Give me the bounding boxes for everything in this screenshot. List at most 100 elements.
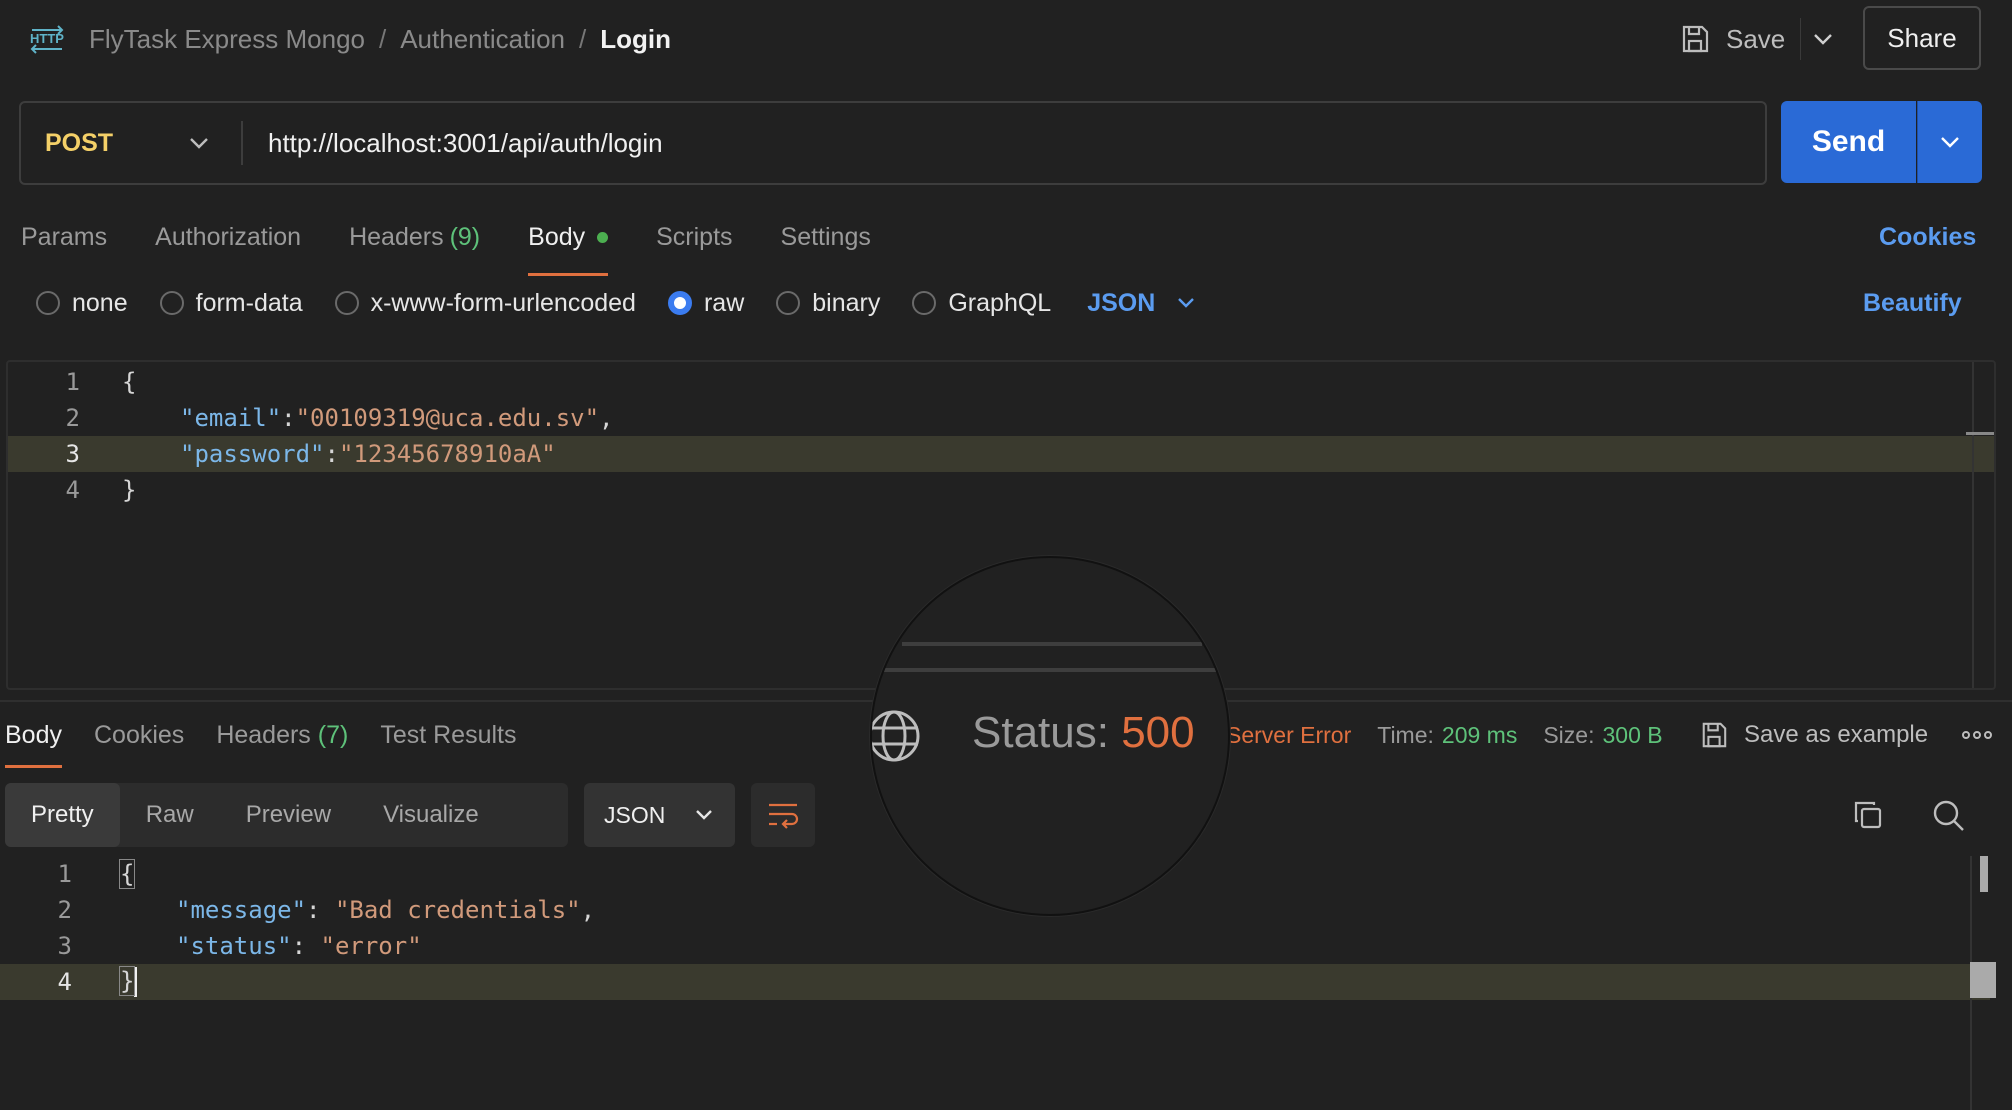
url-divider [241,121,243,165]
response-tab-headers[interactable]: Headers (7) [216,712,348,758]
radio-button[interactable] [912,291,937,315]
json-value: "error" [320,932,422,960]
breadcrumb-folder[interactable]: Authentication [400,24,565,55]
save-as-example-button[interactable]: Save as example [1700,712,1928,758]
code-line: 4 } [8,472,1994,508]
headers-count-badge: (7) [317,720,349,749]
more-options-icon[interactable] [1962,722,1992,748]
tab-authorization[interactable]: Authorization [155,212,301,262]
radio-label: binary [812,288,881,317]
code-line: 1 { [8,364,1994,400]
code-text: "status": "error" [176,932,422,960]
tab-label: Authorization [155,222,302,251]
tab-scripts[interactable]: Scripts [656,212,732,262]
radio-binary[interactable]: binary [776,289,880,318]
code-text: "password":"12345678910aA" [180,440,556,468]
response-tab-body[interactable]: Body [5,712,62,768]
radio-button[interactable] [776,291,801,315]
radio-graphql[interactable]: GraphQL [912,289,1051,318]
radio-button[interactable] [334,291,359,315]
globe-icon [872,710,920,762]
json-colon: : [281,404,296,432]
code-line-active: 3 "password":"12345678910aA" [8,436,1994,472]
http-request-icon: HTTP [30,25,64,54]
json-key: "password" [180,440,325,468]
json-value: "Bad credentials" [334,896,581,924]
code-line: 3 "status": "error" [0,928,1990,964]
radio-label: GraphQL [948,288,1052,317]
radio-urlencoded[interactable]: x-www-form-urlencoded [334,289,636,318]
radio-form-data[interactable]: form-data [159,289,303,318]
response-format-dropdown[interactable]: JSON [584,783,735,847]
size-value[interactable]: 300 B [1602,722,1662,749]
response-tab-test-results[interactable]: Test Results [380,712,516,758]
line-number: 2 [65,404,80,432]
editor-scrollbar[interactable] [1972,362,1974,688]
radio-none[interactable]: none [36,289,128,318]
json-comma: , [580,896,596,924]
magnified-divider [872,668,1228,672]
save-button[interactable]: Save [1680,18,1785,60]
json-colon: : [306,896,335,924]
tab-settings[interactable]: Settings [781,212,871,262]
chevron-down-icon[interactable] [189,129,209,157]
status-code-readout[interactable]: Status: 500 [972,708,1195,758]
view-preview[interactable]: Preview [220,783,357,847]
view-pretty[interactable]: Pretty [5,783,120,847]
save-icon [1702,722,1727,748]
beautify-button[interactable]: Beautify [1863,283,1962,323]
share-button[interactable]: Share [1863,6,1981,70]
url-input[interactable]: http://localhost:3001/api/auth/login [268,103,663,183]
url-bar: POST http://localhost:3001/api/auth/logi… [19,101,1767,185]
raw-language-dropdown[interactable]: JSON [1087,289,1195,318]
view-visualize[interactable]: Visualize [357,783,505,847]
time-value[interactable]: 209 ms [1442,722,1517,749]
tab-headers[interactable]: Headers (9) [349,212,480,262]
radio-button[interactable] [36,291,60,315]
radio-button[interactable] [159,291,184,315]
radio-label: none [72,288,128,317]
json-key: "status" [176,932,292,960]
method-select[interactable]: POST [45,103,113,183]
status-magnifier: Status: 500 [870,556,1230,916]
json-value: "12345678910aA" [338,440,556,468]
tab-label: Scripts [656,222,733,251]
request-tabs: Params Authorization Headers (9) Body Sc… [21,212,871,276]
tab-params[interactable]: Params [21,212,107,262]
status-text[interactable]: Server Error [1226,722,1351,749]
chevron-down-icon [1941,137,1959,148]
json-colon: : [291,932,321,960]
wrap-lines-icon [769,803,799,829]
save-icon [1682,25,1709,53]
radio-label: raw [703,288,745,317]
radio-raw[interactable]: raw [667,288,745,318]
search-icon[interactable] [1932,799,1966,833]
breadcrumb-collection[interactable]: FlyTask Express Mongo [89,24,365,55]
json-comma: , [599,404,614,432]
save-label: Save [1726,23,1786,54]
breadcrumb-separator: / [378,23,387,54]
copy-icon[interactable] [1852,799,1884,831]
save-options-dropdown[interactable] [1800,18,1844,60]
headers-count-badge: (9) [449,222,481,251]
send-options-dropdown[interactable] [1917,101,1982,183]
send-button[interactable]: Send [1781,101,1916,183]
line-number: 3 [57,932,72,960]
wrap-lines-button[interactable] [751,783,815,847]
response-format-label: JSON [604,801,666,828]
code-text: "email":"00109319@uca.edu.sv", [180,404,614,432]
view-raw[interactable]: Raw [120,783,220,847]
tab-label: Headers [349,222,444,251]
response-tab-cookies[interactable]: Cookies [94,712,184,758]
tab-label: Body [528,222,586,251]
chevron-down-icon [1178,298,1195,308]
radio-button-selected[interactable] [667,291,692,315]
chevron-down-icon [1813,34,1832,45]
scrollbar-thumb[interactable] [1980,856,1988,892]
breadcrumb-request[interactable]: Login [600,24,671,55]
time-label: Time: [1377,721,1434,748]
tab-label: Cookies [93,720,185,749]
cookies-link[interactable]: Cookies [1879,212,1976,262]
tab-label: Params [21,222,108,251]
tab-body[interactable]: Body [528,212,609,276]
